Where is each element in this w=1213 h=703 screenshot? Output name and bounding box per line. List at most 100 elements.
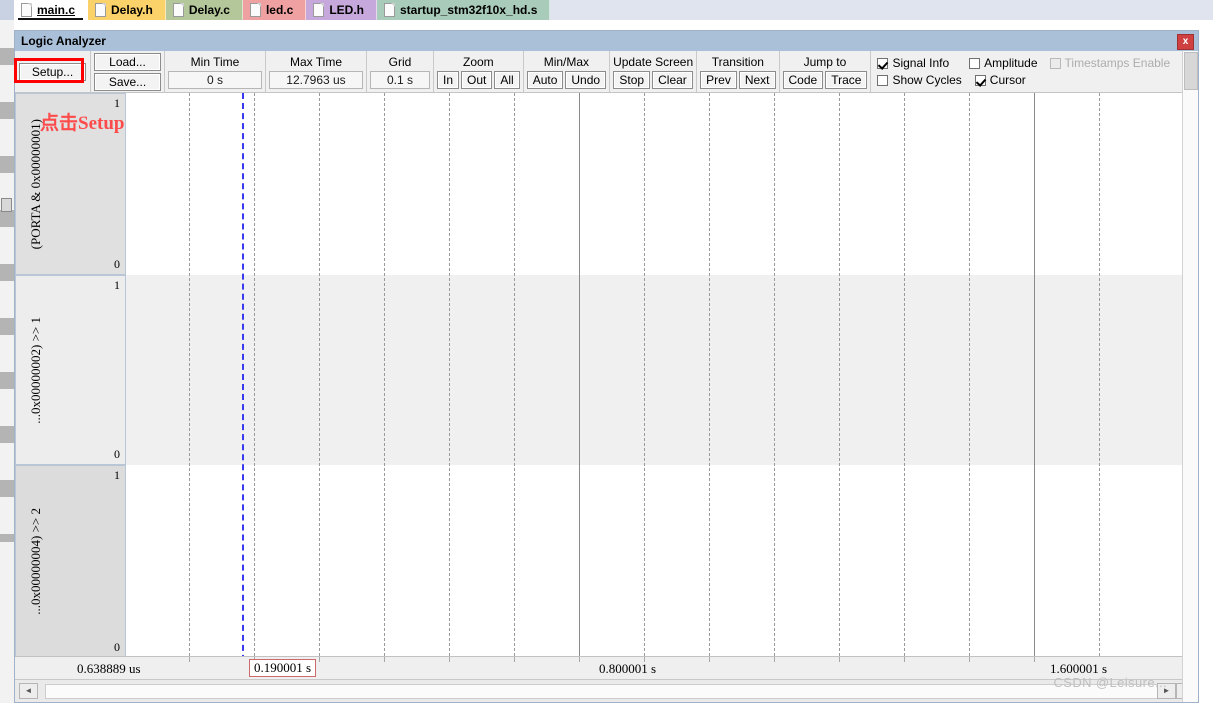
jump-to-trace-button[interactable]: Trace <box>825 71 868 89</box>
gridline <box>644 93 645 681</box>
time-label-cursor[interactable]: 0.190001 s <box>249 659 317 677</box>
checkbox-row-bottom: Show Cycles Cursor <box>877 73 1170 87</box>
zoom-header: Zoom <box>463 55 494 69</box>
editor-tab-delay-h[interactable]: Delay.h <box>88 0 166 20</box>
axis-tick <box>384 657 385 662</box>
grid-group: Grid 0.1 s <box>367 51 434 92</box>
scroll-left-icon[interactable]: ◄ <box>19 683 38 699</box>
save-button[interactable]: Save... <box>94 72 161 91</box>
editor-tab-label: led.c <box>265 3 294 17</box>
zoom-in-button[interactable]: In <box>437 71 460 89</box>
cursor-checkbox[interactable] <box>974 74 986 86</box>
jump-to-code-button[interactable]: Code <box>782 71 824 89</box>
waveform-canvas[interactable] <box>126 93 1198 681</box>
editor-tab-startup-s[interactable]: startup_stm32f10x_hd.s <box>376 0 551 20</box>
file-icon <box>95 3 107 17</box>
minmax-undo-button[interactable]: Undo <box>565 71 607 89</box>
update-stop-button[interactable]: Stop <box>613 71 651 89</box>
gutter-block <box>0 372 14 389</box>
time-label-mid: 0.800001 s <box>599 661 657 676</box>
tab-bar-leading-space <box>0 0 14 20</box>
waveform-plot-area: (PORTA & 0x00000001) 1 0 ...0x00000002) … <box>15 93 1198 681</box>
window-title: Logic Analyzer <box>21 34 106 48</box>
show-cycles-label: Show Cycles <box>892 73 962 87</box>
logic-analyzer-window: Logic Analyzer x Setup... Load... Save..… <box>14 30 1199 703</box>
show-cycles-checkbox[interactable] <box>877 74 889 86</box>
timestamps-enable-checkbox <box>1049 57 1061 69</box>
scroll-thumb[interactable] <box>1184 52 1198 90</box>
editor-tab-led-c[interactable]: led.c <box>242 0 307 20</box>
application-window: main.c Delay.h Delay.c led.c LED.h start… <box>0 0 1213 703</box>
current-line-arrow-icon <box>1 198 12 212</box>
file-icon <box>383 3 395 17</box>
editor-tab-delay-c[interactable]: Delay.c <box>165 0 243 20</box>
axis-tick <box>189 657 190 662</box>
minmax-auto-button[interactable]: Auto <box>526 71 564 89</box>
gridline <box>904 93 905 681</box>
editor-tab-main-c[interactable]: main.c <box>14 0 89 20</box>
signal-low-0: 0 <box>114 257 120 271</box>
gridline <box>189 93 190 681</box>
signal-label-column: (PORTA & 0x00000001) 1 0 ...0x00000002) … <box>15 93 126 681</box>
gridline <box>514 93 515 681</box>
axis-tick <box>449 657 450 662</box>
amplitude-checkbox[interactable] <box>969 57 981 69</box>
signal-low-1: 0 <box>114 447 120 461</box>
load-button[interactable]: Load... <box>94 52 161 71</box>
transition-prev-button[interactable]: Prev <box>700 71 737 89</box>
axis-tick <box>969 657 970 662</box>
signal-band-1 <box>126 275 1198 465</box>
max-time-field[interactable]: 12.7963 us <box>269 71 363 89</box>
gutter-block <box>0 264 14 281</box>
scroll-track[interactable] <box>45 684 1158 699</box>
min-time-field[interactable]: 0 s <box>168 71 262 89</box>
watermark-text: CSDN @Leisure... <box>1053 675 1167 690</box>
editor-tab-label: Delay.c <box>188 3 230 17</box>
close-icon[interactable]: x <box>1177 34 1194 50</box>
update-screen-header: Update Screen <box>613 55 694 69</box>
gutter-block <box>0 102 14 119</box>
vertical-scroll-bar[interactable] <box>1182 51 1198 702</box>
signal-info-checkbox[interactable] <box>877 57 889 69</box>
axis-tick <box>709 657 710 662</box>
zoom-all-button[interactable]: All <box>494 71 520 89</box>
gridline <box>709 93 710 681</box>
update-clear-button[interactable]: Clear <box>652 71 693 89</box>
timestamps-enable-label: Timestamps Enable <box>1064 56 1171 70</box>
gridline <box>449 93 450 681</box>
axis-tick <box>839 657 840 662</box>
signal-name-2: ...0x00000004) >> 2 <box>28 508 43 615</box>
gutter-block <box>0 480 14 497</box>
cursor-line[interactable] <box>242 93 244 681</box>
transition-next-button[interactable]: Next <box>738 71 776 89</box>
editor-tab-led-h[interactable]: LED.h <box>306 0 377 20</box>
min-max-group: Min/Max Auto Undo <box>524 51 611 92</box>
signal-low-2: 0 <box>114 640 120 654</box>
signal-name-0: (PORTA & 0x00000001) <box>28 118 43 250</box>
time-axis: 0.638889 us 0.190001 s 0.800001 s 1.6000… <box>15 656 1198 680</box>
horizontal-scroll-bar[interactable]: ◄ ► ►| <box>15 679 1198 702</box>
gutter-block <box>0 210 14 227</box>
display-options-group: Signal Info Amplitude Timestamps Enable … <box>871 51 1176 92</box>
signal-high-1: 1 <box>114 278 120 292</box>
zoom-out-button[interactable]: Out <box>461 71 493 89</box>
gridline <box>1099 93 1100 681</box>
axis-tick <box>319 657 320 662</box>
signal-info-label: Signal Info <box>892 56 950 70</box>
min-time-header: Min Time <box>190 55 240 69</box>
gutter-block <box>0 318 14 335</box>
signal-label-2[interactable]: ...0x00000004) >> 2 1 0 <box>15 465 126 658</box>
gridline <box>254 93 255 681</box>
transition-group: Transition Prev Next <box>697 51 780 92</box>
signal-high-2: 1 <box>114 468 120 482</box>
gridline <box>384 93 385 681</box>
setup-button[interactable]: Setup... <box>19 62 86 81</box>
gutter-block <box>0 48 14 65</box>
grid-field[interactable]: 0.1 s <box>370 71 430 89</box>
signal-label-1[interactable]: ...0x00000002) >> 1 1 0 <box>15 275 126 465</box>
min-max-header: Min/Max <box>543 55 590 69</box>
file-icon <box>172 3 184 17</box>
logic-analyzer-toolbar: Setup... Load... Save... Min Time 0 s Ma… <box>14 51 1198 93</box>
file-icon <box>313 3 325 17</box>
grid-header: Grid <box>388 55 412 69</box>
